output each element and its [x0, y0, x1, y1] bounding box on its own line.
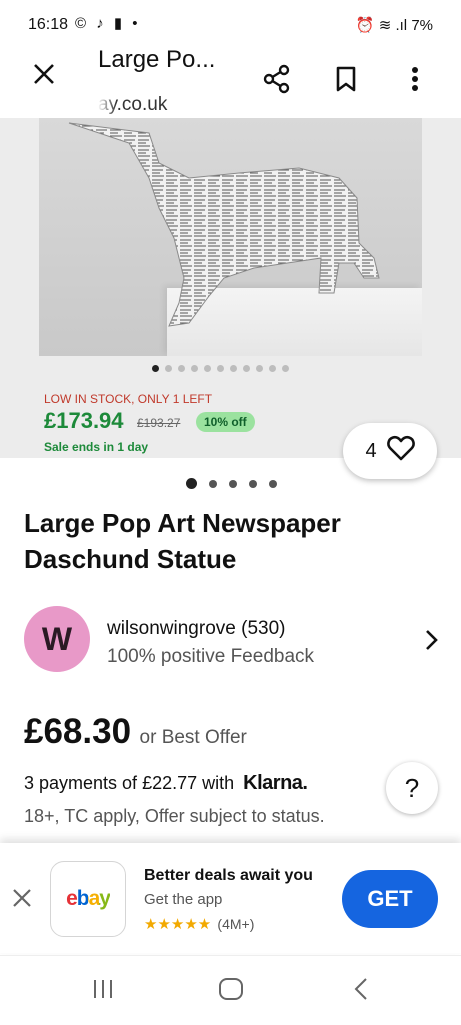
klarna-payments[interactable]: 3 payments of £22.77 with Klarna. [24, 772, 308, 795]
status-time: 16:18 [28, 16, 69, 33]
system-status-icons: ⏰ ≋ .ıl 7% [356, 16, 433, 34]
page-dot [269, 479, 277, 488]
app-install-banner: ebay Better deals await you Get the app … [0, 843, 461, 953]
price-row: £68.30 or Best Offer [24, 712, 247, 752]
star-icons: ★★★★★ [144, 916, 212, 933]
page-dot [209, 479, 217, 488]
url-fade [98, 92, 116, 118]
seller-name: wilsonwingrove (530) [107, 618, 286, 639]
notification-icons: © ♪ ▮ • [75, 15, 141, 32]
stock-warning: LOW IN STOCK, ONLY 1 LEFT [44, 392, 213, 406]
carousel-dot [230, 365, 237, 372]
chevron-right-icon[interactable] [424, 626, 438, 658]
product-title: Large Pop Art Newspaper Daschund Statue [24, 508, 341, 574]
klarna-logo: Klarna. [243, 772, 308, 794]
sale-ends-text: Sale ends in 1 day [44, 440, 149, 454]
watch-button[interactable]: 4 [343, 423, 437, 479]
page-dot [249, 479, 257, 488]
ebay-logo-text: ebay [66, 887, 111, 910]
share-icon[interactable] [262, 64, 292, 94]
recent-apps-icon[interactable] [83, 974, 123, 1004]
best-offer-label: or Best Offer [139, 727, 247, 748]
browser-toolbar: Large Po... ay.co.uk [0, 46, 461, 118]
carousel-dot [243, 365, 250, 372]
discount-badge: 10% off [196, 412, 255, 432]
carousel-dot [204, 365, 211, 372]
ebay-app-logo: ebay [50, 861, 126, 937]
more-options-icon[interactable] [400, 64, 430, 94]
get-app-button[interactable]: GET [342, 870, 438, 928]
bookmark-icon[interactable] [331, 64, 361, 94]
carousel-dot [165, 365, 172, 372]
item-price: £68.30 [24, 712, 132, 751]
carousel-dot [217, 365, 224, 372]
status-bar: 16:18 © ♪ ▮ • ⏰ ≋ .ıl 7% [0, 0, 461, 46]
back-icon[interactable] [341, 974, 381, 1004]
star-rating: ★★★★★ (4M+) [144, 915, 254, 933]
carousel-dot [256, 365, 263, 372]
gallery-page-dots[interactable] [186, 478, 277, 489]
status-icons-right: ⏰ ≋ .ıl [355, 17, 408, 34]
carousel-dot [152, 365, 159, 372]
banner-subtitle: Get the app [144, 891, 223, 908]
seller-avatar: W [24, 606, 90, 672]
help-button[interactable]: ? [386, 762, 438, 814]
battery-level: 7% [411, 17, 433, 34]
page-dot [186, 478, 197, 489]
seller-feedback: 100% positive Feedback [107, 646, 315, 667]
page-dot [229, 479, 237, 488]
carousel-dot [282, 365, 289, 372]
klarna-text: 3 payments of £22.77 with [24, 773, 235, 793]
klarna-terms: 18+, TC apply, Offer subject to status. [24, 806, 325, 826]
product-photo[interactable] [39, 118, 422, 356]
carousel-dot [191, 365, 198, 372]
seller-row[interactable]: W wilsonwingrove (530) 100% positive Fee… [24, 606, 444, 678]
rating-count: (4M+) [217, 916, 255, 932]
promo-price: £173.94 [44, 408, 124, 433]
banner-title: Better deals await you [144, 867, 313, 884]
dachshund-statue-image [68, 122, 380, 327]
watch-count: 4 [365, 439, 377, 462]
image-carousel-dots[interactable] [152, 365, 289, 372]
close-banner-icon[interactable] [12, 887, 32, 915]
page-title: Large Po... [98, 46, 216, 73]
carousel-dot [178, 365, 185, 372]
carousel-dot [269, 365, 276, 372]
system-navigation-bar [0, 955, 461, 1025]
product-image-area[interactable]: LOW IN STOCK, ONLY 1 LEFT £173.94 £193.2… [0, 118, 461, 458]
close-icon[interactable] [32, 62, 56, 92]
heart-icon [386, 435, 415, 467]
home-icon[interactable] [211, 974, 251, 1004]
promo-old-price: £193.27 [137, 416, 181, 430]
